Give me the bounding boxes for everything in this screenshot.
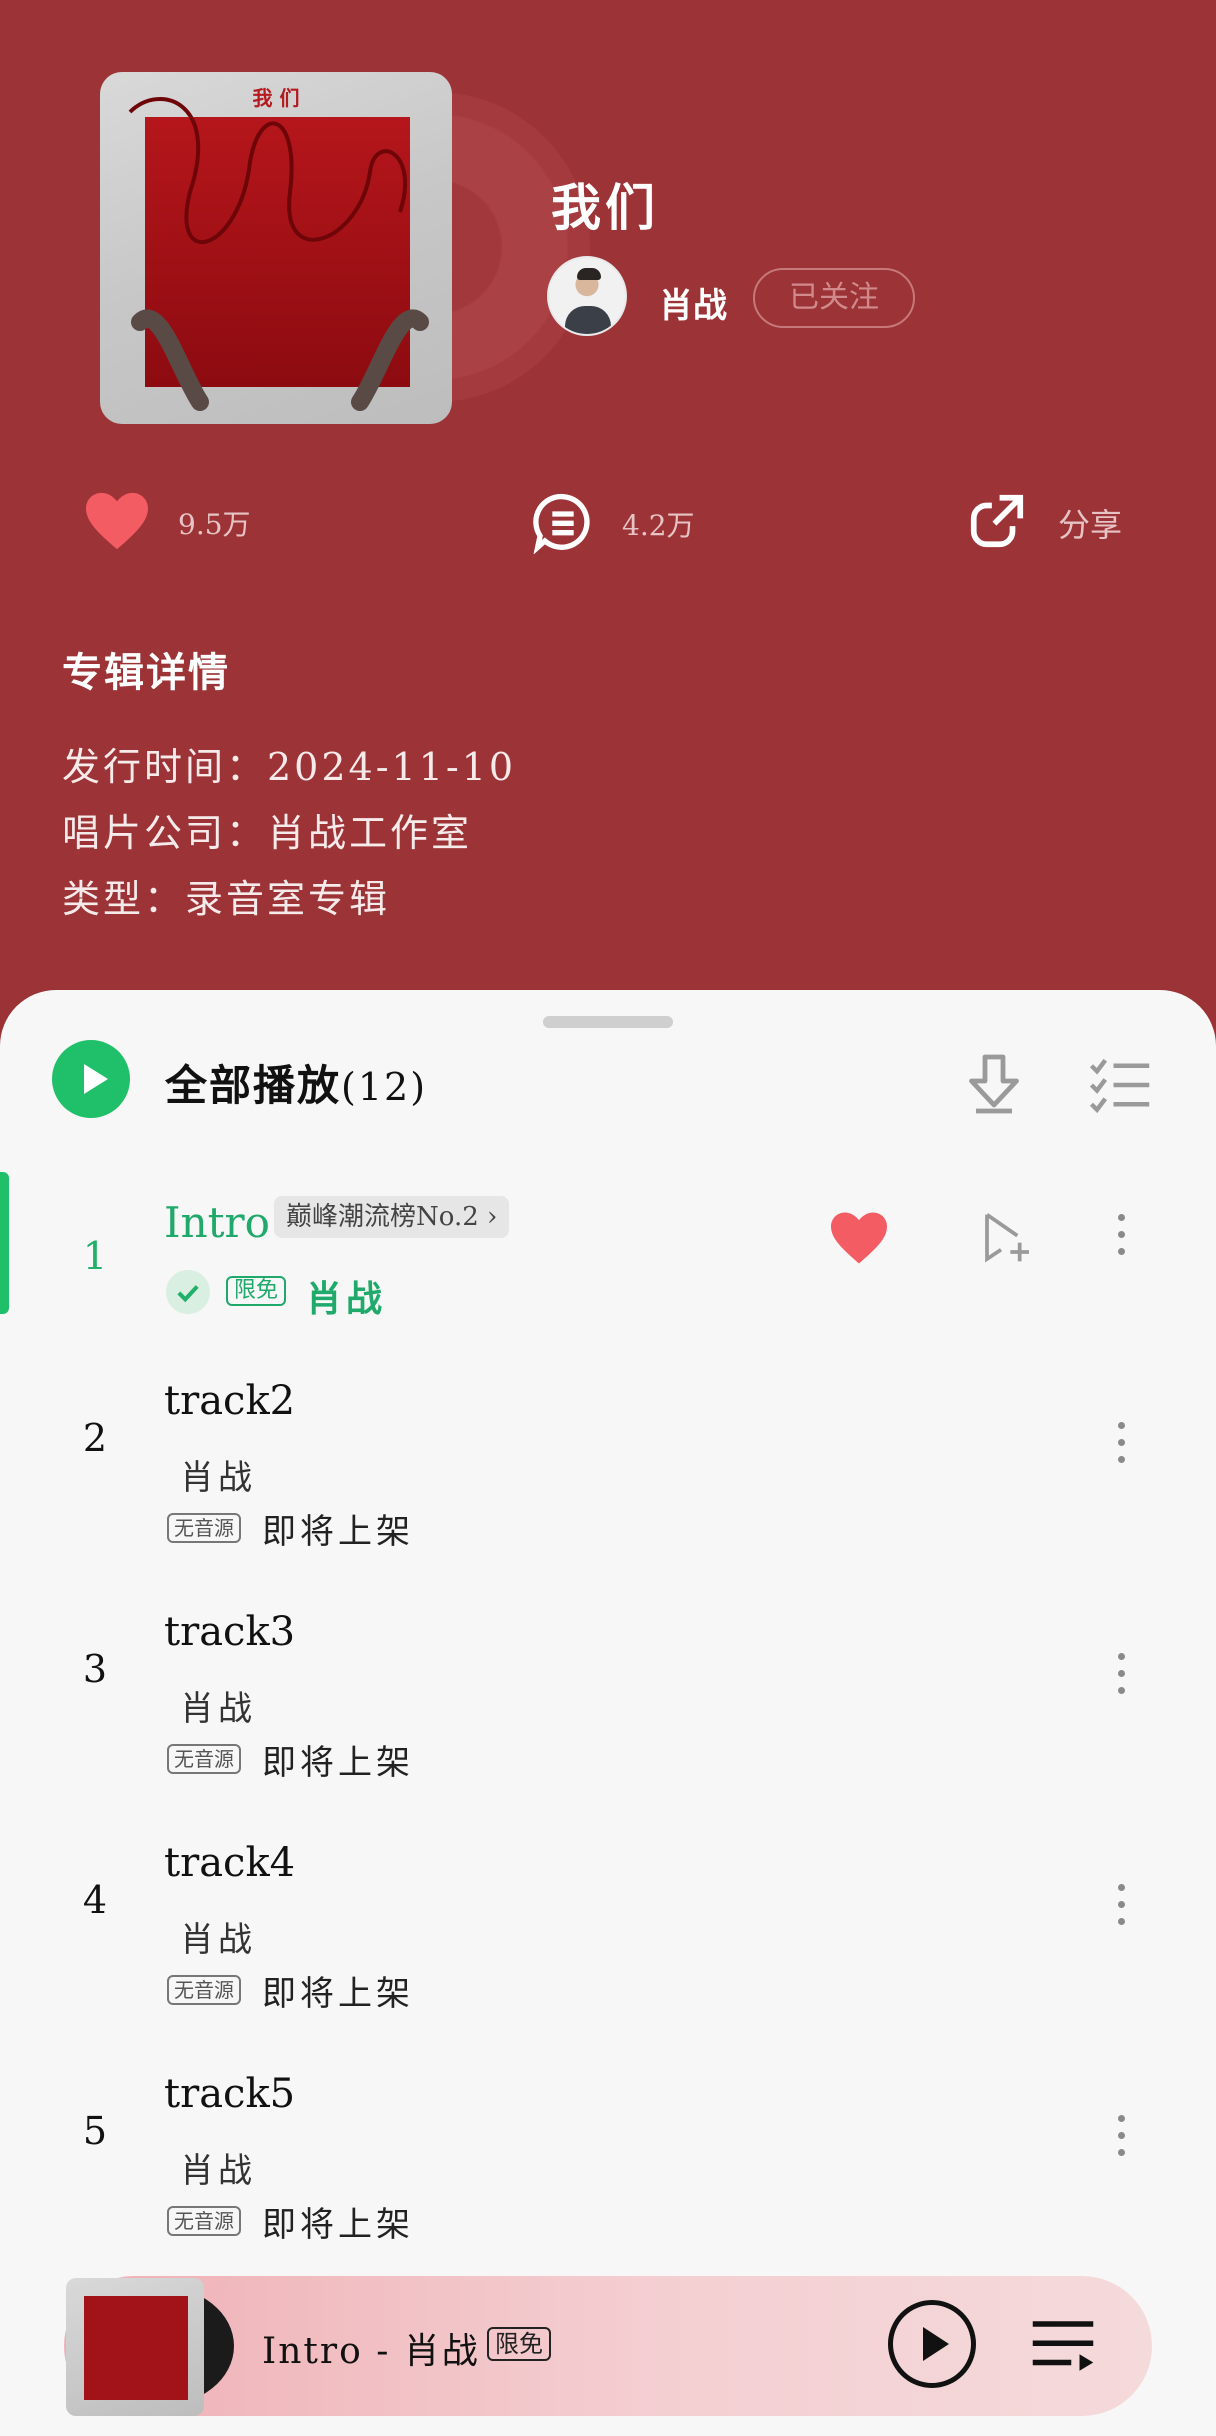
track-index: 5 [82, 2109, 108, 2153]
like-stat[interactable]: 9.5万 [82, 490, 251, 556]
avatar-hair [577, 268, 601, 280]
play-all-count: (12) [341, 1065, 428, 1109]
track-index: 1 [82, 1234, 108, 1278]
play-all-text: 全部播放 [165, 1061, 342, 1110]
more-options-icon[interactable] [1116, 1214, 1128, 1265]
play-all-button[interactable] [52, 1040, 130, 1118]
share-label: 分享 [1058, 506, 1123, 544]
track-name: track2 [164, 1378, 296, 1424]
sheet-drag-handle[interactable] [543, 1016, 673, 1028]
no-source-badge: 无音源 [167, 1744, 241, 1774]
track-status: 即将上架 [262, 2205, 414, 2245]
track-row-5[interactable]: 5 track5 肖战 无音源 即将上架 [0, 2071, 1216, 2301]
comment-icon[interactable] [530, 490, 596, 558]
track-row-3[interactable]: 3 track3 肖战 无音源 即将上架 [0, 1609, 1216, 1839]
add-to-playlist-icon[interactable] [980, 1210, 1036, 1270]
album-title: 我们 [551, 178, 659, 237]
more-options-icon[interactable] [1116, 2115, 1128, 2166]
track-name: track4 [164, 1840, 296, 1886]
comment-count: 4.2万 [622, 509, 695, 542]
more-options-icon[interactable] [1116, 1653, 1128, 1704]
now-playing-text[interactable]: Intro - 肖战 [262, 2322, 480, 2374]
more-options-icon[interactable] [1116, 1422, 1128, 1473]
download-icon[interactable] [958, 1048, 1030, 1124]
cover-scribble [128, 97, 429, 411]
track-artist: 肖战 [180, 1920, 256, 1960]
release-date: 发行时间：2024-11-10 [62, 745, 517, 789]
track-status: 即将上架 [262, 1974, 414, 2014]
free-tag: 限免 [226, 1276, 287, 1306]
track-row-2[interactable]: 2 track2 肖战 无音源 即将上架 [0, 1378, 1216, 1608]
no-source-badge: 无音源 [167, 2206, 241, 2236]
album-cover[interactable]: 我 们 [100, 72, 452, 424]
album-details-heading: 专辑详情 [62, 649, 230, 696]
track-name: Intro [164, 1198, 270, 1247]
like-count: 9.5万 [178, 508, 251, 541]
track-index: 3 [82, 1647, 108, 1691]
more-options-icon[interactable] [1116, 1884, 1128, 1935]
avatar-suit [565, 306, 611, 334]
track-index: 4 [82, 1878, 108, 1922]
playlist-queue-icon[interactable] [1030, 2318, 1096, 2378]
track-artist[interactable]: 肖战 [306, 1270, 386, 1322]
share-stat[interactable]: 分享 [966, 490, 1122, 556]
mini-free-tag: 限免 [487, 2327, 551, 2361]
track-artist: 肖战 [180, 1458, 256, 1498]
track-artist: 肖战 [180, 1689, 256, 1729]
album-type: 类型：录音室专辑 [62, 877, 391, 921]
track-name: track5 [164, 2071, 296, 2117]
mini-player-cover[interactable] [66, 2278, 204, 2416]
artist-avatar[interactable] [547, 256, 627, 336]
share-icon[interactable] [966, 490, 1028, 556]
chart-rank-tag[interactable]: 巅峰潮流榜No.2 › [274, 1196, 510, 1238]
track-status: 即将上架 [262, 1743, 414, 1783]
track-status: 即将上架 [262, 1512, 414, 1552]
no-source-badge: 无音源 [167, 1513, 241, 1543]
track-artist: 肖战 [180, 2151, 256, 2191]
comment-stat[interactable]: 4.2万 [530, 490, 695, 558]
liked-heart-icon[interactable] [828, 1210, 890, 1270]
heart-icon[interactable] [82, 490, 152, 556]
track-row-4[interactable]: 4 track4 肖战 无音源 即将上架 [0, 1840, 1216, 2070]
artist-name[interactable]: 肖战 [659, 278, 727, 327]
follow-button[interactable]: 已关注 [753, 268, 915, 328]
multi-select-icon[interactable] [1086, 1054, 1152, 1120]
mini-cover-red-panel [84, 2296, 188, 2400]
play-all-label[interactable]: 全部播放(12) [165, 1052, 427, 1113]
track-index: 2 [82, 1416, 108, 1460]
record-label: 唱片公司：肖战工作室 [62, 811, 473, 855]
album-cover-area[interactable]: 我 们 [100, 72, 590, 424]
downloaded-check-icon [166, 1270, 210, 1314]
no-source-badge: 无音源 [167, 1975, 241, 2005]
mini-play-button[interactable] [888, 2300, 976, 2388]
track-name: track3 [164, 1609, 296, 1655]
